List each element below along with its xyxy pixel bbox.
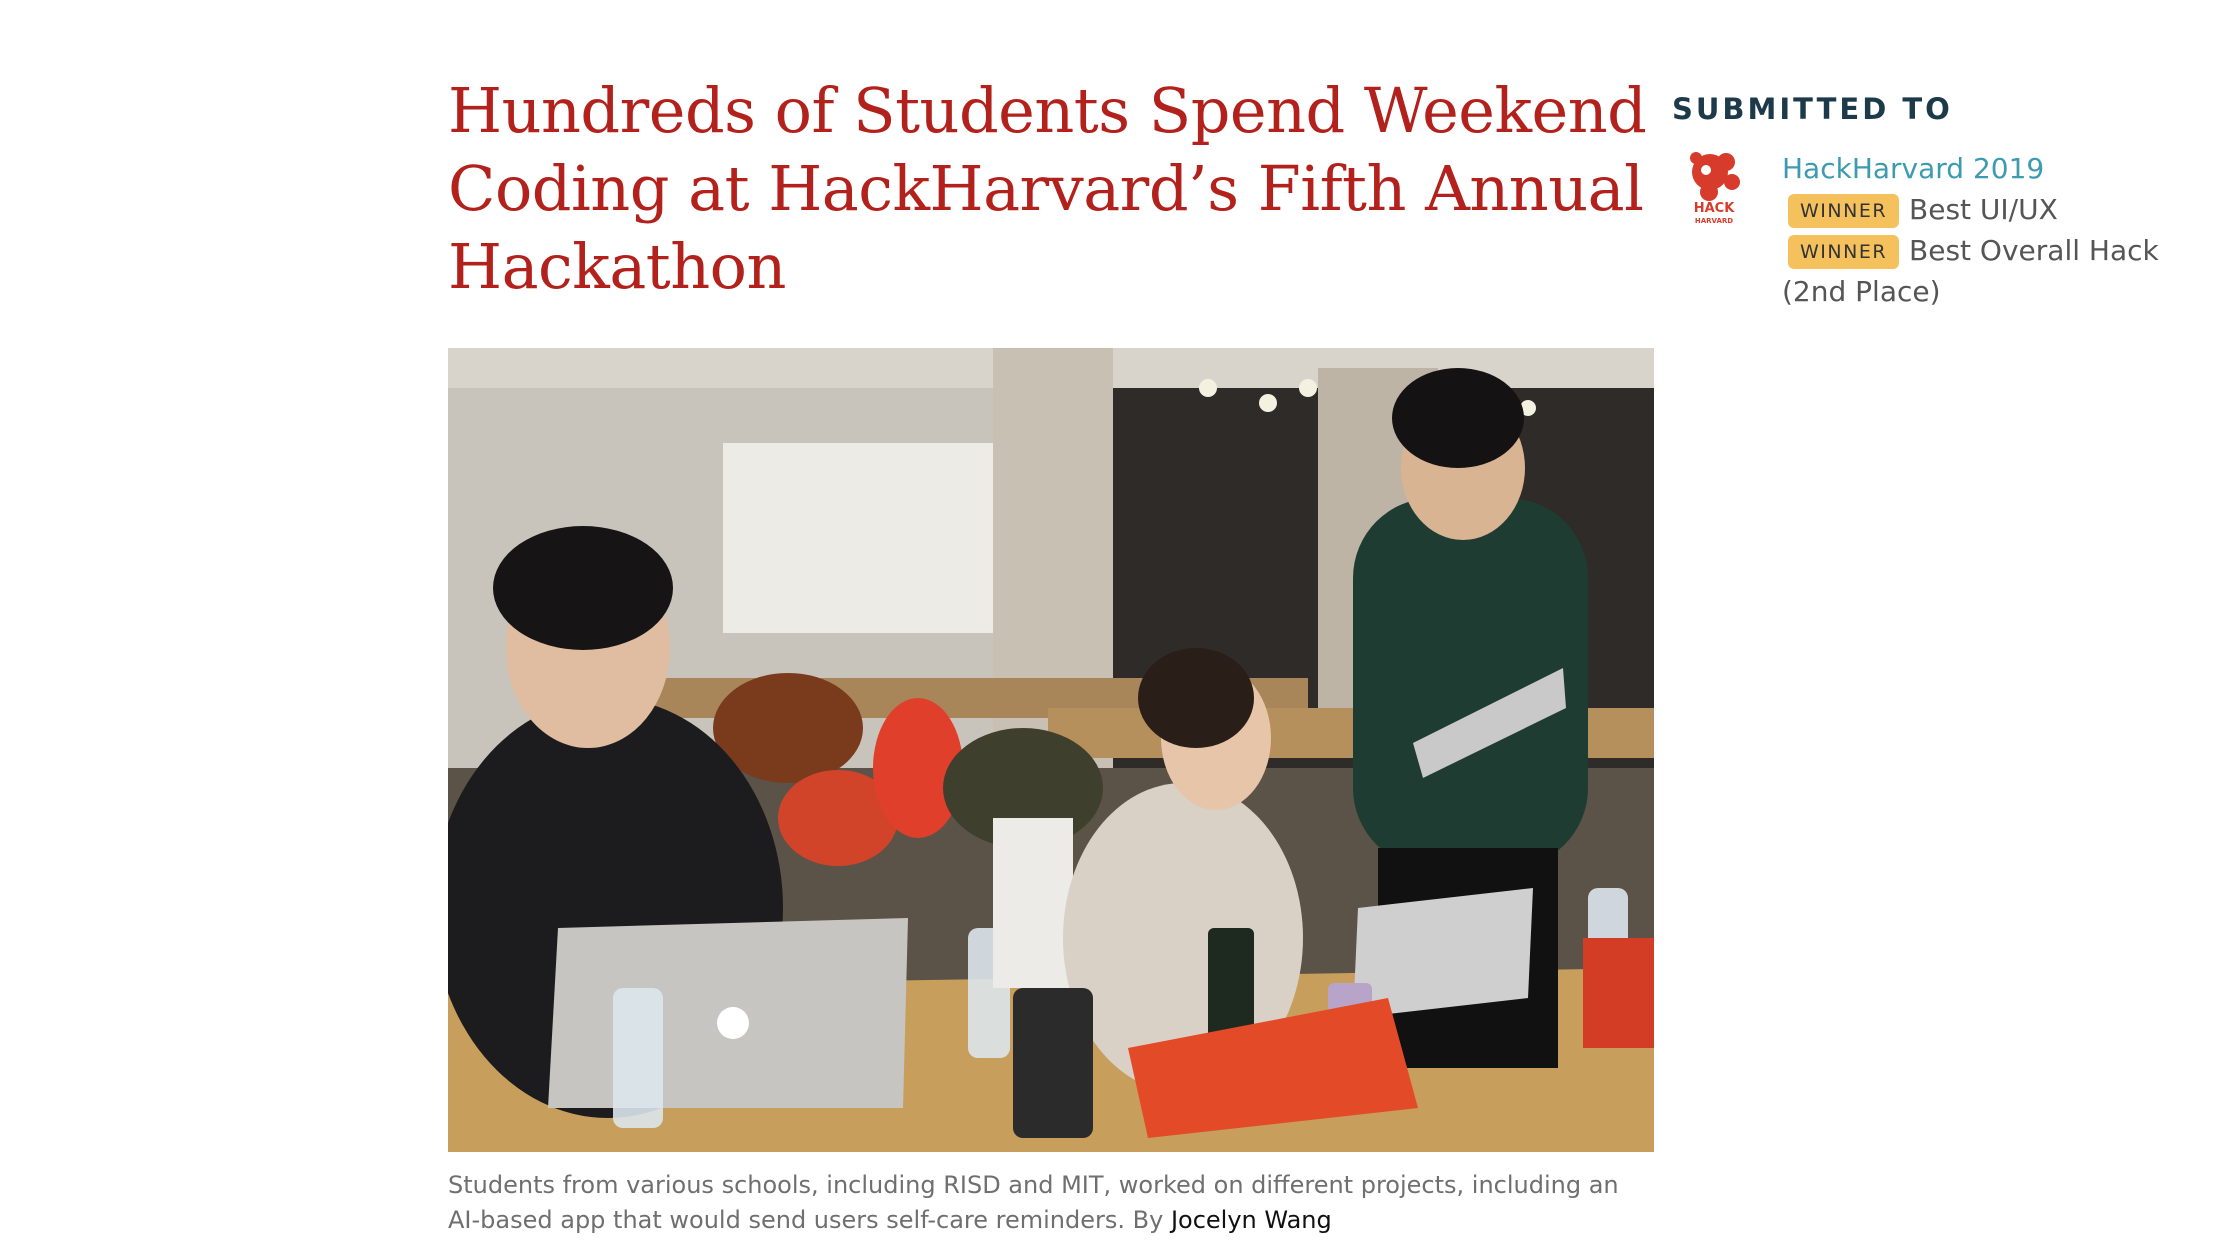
page: Hundreds of Students Spend Weekend Codin… [0,0,2230,1243]
prize-name: Best UI/UX [1909,193,2058,226]
article-headline: Hundreds of Students Spend Weekend Codin… [448,74,1647,303]
photo-caption: Students from various schools, including… [448,1168,1658,1238]
prize-item: WINNER Best UI/UX [1782,189,2212,230]
submission-details: HackHarvard 2019 WINNER Best UI/UX WINNER… [1782,148,2212,312]
event-link[interactable]: HackHarvard 2019 [1782,148,2212,189]
caption-text: Students from various schools, including… [448,1171,1619,1234]
article: Hundreds of Students Spend Weekend Codin… [448,72,1658,306]
logo-text-bottom: HARVARD [1695,217,1733,225]
byline-author[interactable]: Jocelyn Wang [1171,1206,1332,1234]
photo-illustration [448,348,1654,1152]
article-photo[interactable] [448,348,1654,1152]
submission-entry: HACK HARVARD HackHarvard 2019 WINNER Best… [1672,148,2212,318]
prize-item: WINNER Best Overall Hack (2nd Place) [1782,230,2212,312]
logo-text-top: HACK [1694,201,1735,216]
winner-badge: WINNER [1788,235,1900,269]
hackharvard-logo-icon[interactable]: HACK HARVARD [1682,148,1746,228]
submitted-to-heading: SUBMITTED TO [1672,92,1953,126]
winner-badge: WINNER [1788,194,1900,228]
submitted-to-sidebar: SUBMITTED TO HACK HARVARD HackHarvard 20… [1672,92,2212,318]
